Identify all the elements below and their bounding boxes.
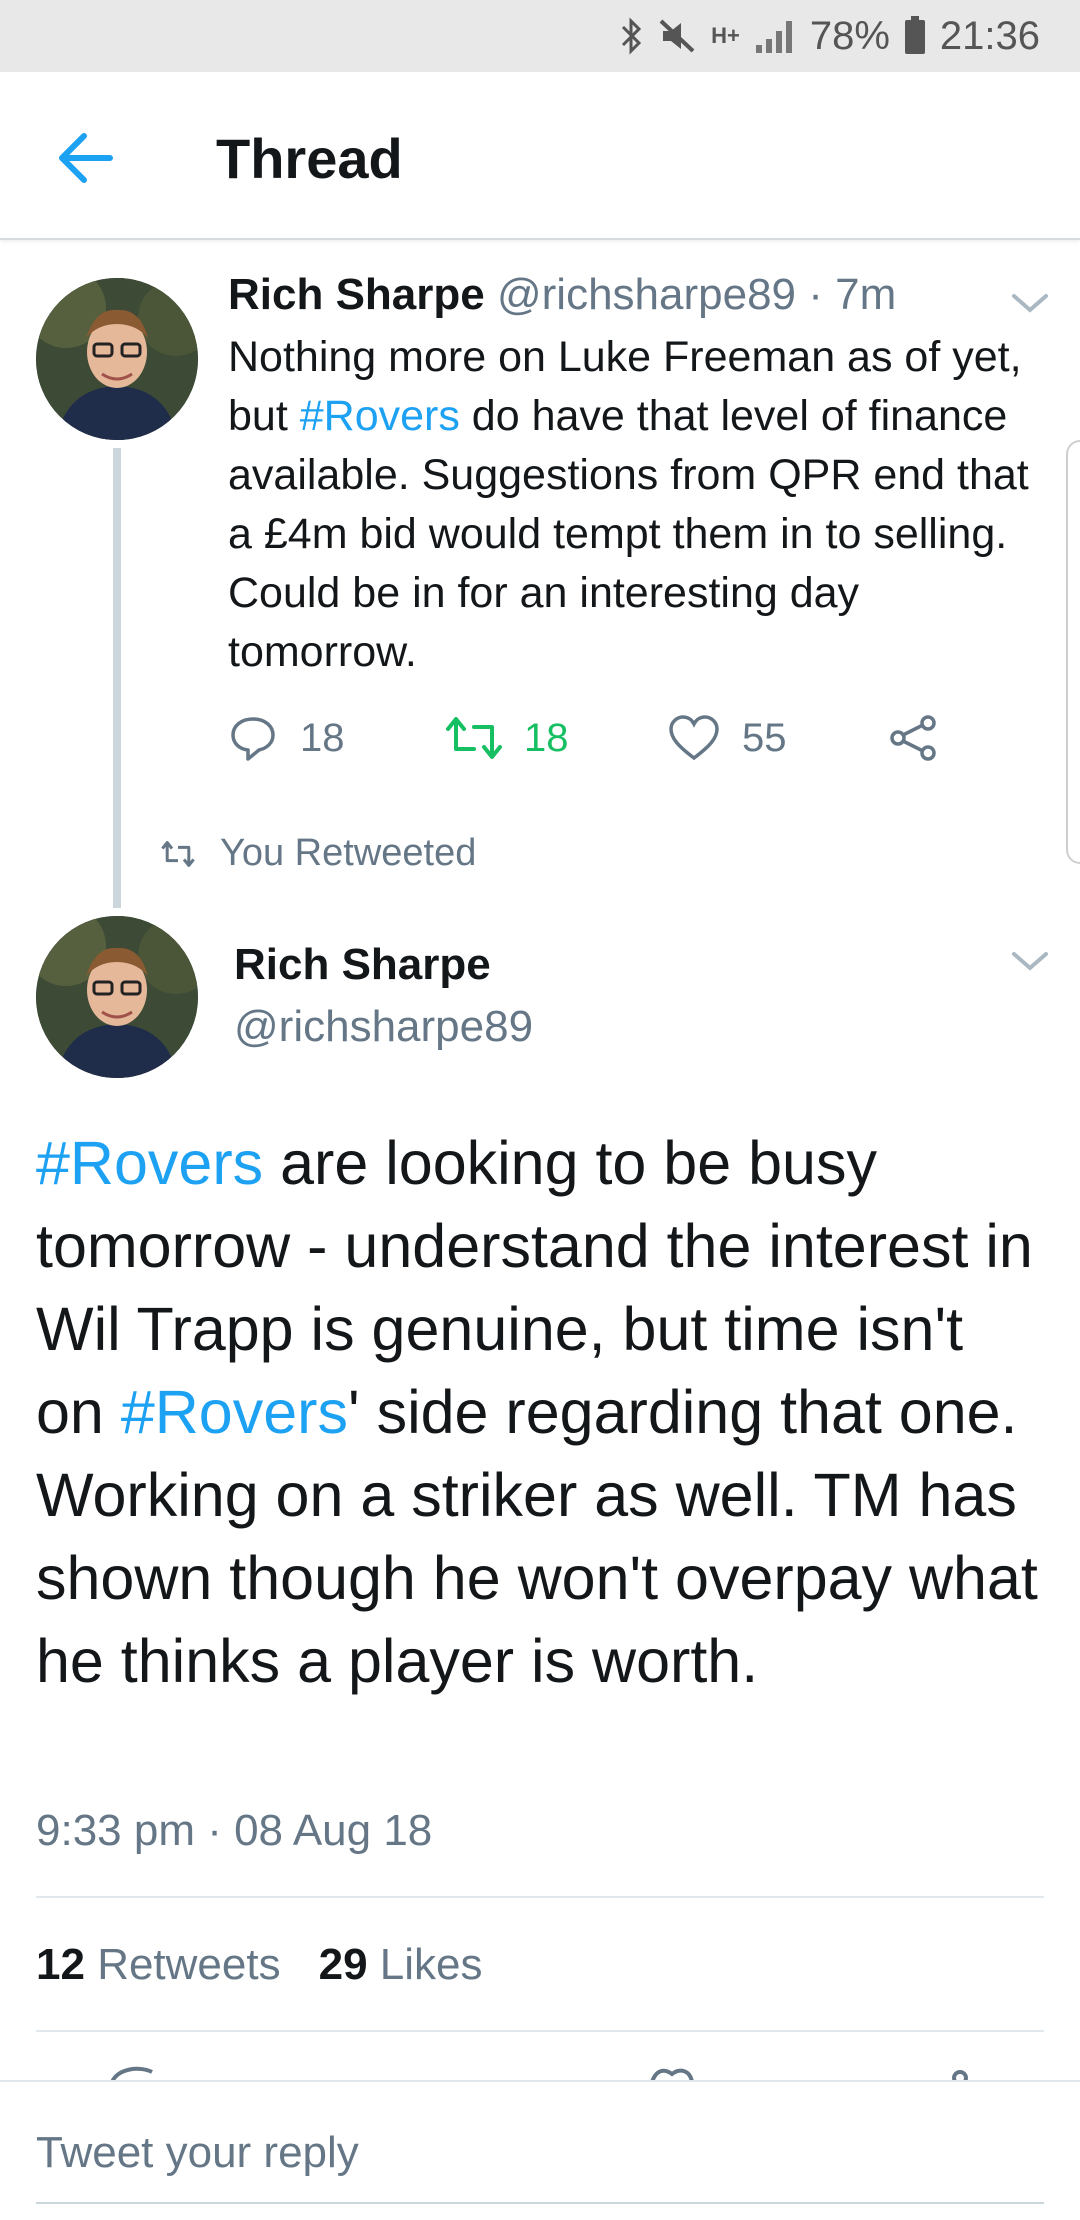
retweets-count: 12: [36, 1940, 85, 1989]
battery-icon: [904, 16, 925, 54]
clock: 21:36: [939, 13, 1040, 58]
status-icons: H+ 78% 21:36: [619, 10, 1040, 62]
tweet1-time: · 7m: [808, 270, 897, 319]
avatar[interactable]: [36, 278, 198, 440]
like-icon: [669, 715, 719, 761]
scroll-edge-handle[interactable]: [1066, 440, 1080, 864]
retweet-notice-label: You Retweeted: [220, 832, 477, 874]
thread-connector: [113, 448, 121, 908]
retweet-small-icon: [161, 840, 195, 867]
reply-underline: [36, 2202, 1044, 2204]
divider: [36, 2030, 1044, 2032]
page-title: Thread: [216, 127, 403, 190]
tweet2-action-bar-partial: [0, 2060, 1080, 2082]
reply-button[interactable]: 18: [228, 706, 345, 770]
tweet2-hashtag[interactable]: #Rovers: [121, 1378, 348, 1446]
retweet-icon: [446, 717, 502, 759]
mute-icon: [659, 19, 695, 53]
retweets-label: Retweets: [97, 1940, 281, 1989]
likes-stat[interactable]: 29 Likes: [319, 1940, 483, 1990]
chevron-down-icon[interactable]: [1010, 948, 1050, 974]
chevron-down-icon[interactable]: [1010, 290, 1050, 316]
battery-percent: 78%: [809, 13, 890, 58]
reply-icon: [231, 717, 275, 761]
tweet2-author-name[interactable]: Rich Sharpe: [234, 940, 491, 990]
tweet1-author-name[interactable]: Rich Sharpe: [228, 270, 485, 319]
signal-icon: [755, 21, 792, 53]
avatar-image: [36, 278, 198, 440]
tweet2-timestamp: 9:33 pm · 08 Aug 18: [36, 1806, 433, 1855]
app-bar: Thread: [0, 72, 1080, 240]
like-count: 55: [742, 715, 787, 760]
divider: [36, 1896, 1044, 1898]
share-icon[interactable]: [888, 706, 938, 770]
tweet2-hashtag[interactable]: #Rovers: [36, 1129, 263, 1197]
reply-bar: Tweet your reply: [0, 2080, 1080, 2220]
tweet1-actions: 18 18 55: [228, 706, 988, 770]
retweet-count: 18: [524, 715, 569, 760]
tweet1-text: Nothing more on Luke Freeman as of yet, …: [228, 328, 1048, 682]
likes-label: Likes: [379, 1940, 483, 1989]
avatar-image: [36, 916, 198, 1078]
action-icons-cutoff: [110, 2066, 968, 2082]
tweet1-handle[interactable]: @richsharpe89: [497, 270, 796, 319]
retweet-notice: You Retweeted: [160, 832, 476, 875]
tweet1-hashtag[interactable]: #Rovers: [300, 392, 460, 440]
tweet2-stats: 12 Retweets 29 Likes: [36, 1940, 483, 1990]
avatar[interactable]: [36, 916, 198, 1078]
reply-count: 18: [300, 715, 345, 760]
status-bar: H+ 78% 21:36: [0, 0, 1080, 72]
tweet2-text: #Rovers are looking to be busy tomorrow …: [36, 1122, 1046, 1703]
back-arrow-icon[interactable]: [50, 122, 122, 194]
retweet-button[interactable]: 18: [446, 706, 569, 770]
like-button[interactable]: 55: [668, 706, 787, 770]
tweet1-header: Rich Sharpe @richsharpe89 · 7m: [228, 270, 896, 320]
retweets-stat[interactable]: 12 Retweets: [36, 1940, 281, 1990]
network-type: H+: [711, 23, 740, 48]
tweet2-handle[interactable]: @richsharpe89: [234, 1002, 533, 1052]
likes-count: 29: [318, 1940, 368, 1989]
bluetooth-icon: [622, 17, 642, 55]
reply-input[interactable]: Tweet your reply: [36, 2128, 359, 2178]
